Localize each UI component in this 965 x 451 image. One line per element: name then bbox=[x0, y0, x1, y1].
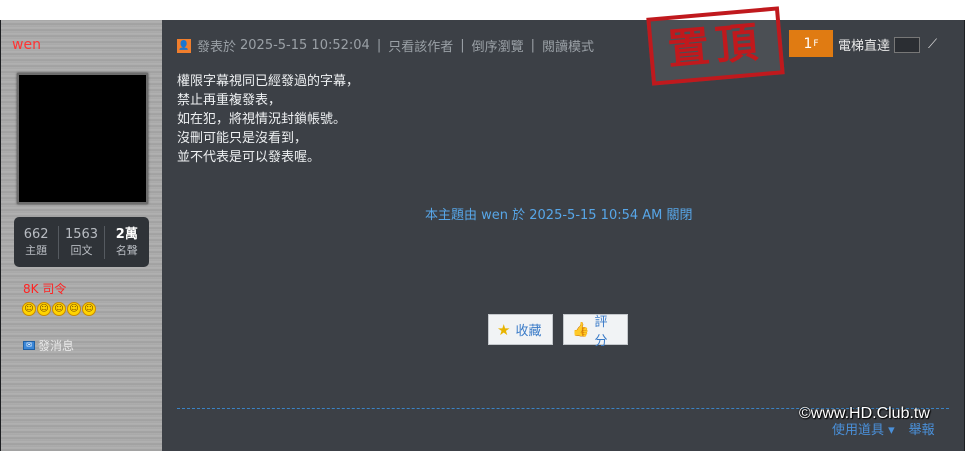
smiley-icon: ☺ bbox=[82, 302, 96, 316]
read-mode-link[interactable]: 閱讀模式 bbox=[542, 36, 594, 55]
post-line: 沒刪可能只是沒看到， bbox=[177, 131, 308, 146]
stat-reputation[interactable]: 2萬 名聲 bbox=[103, 225, 149, 259]
elevator-label: 電梯直達 bbox=[838, 39, 891, 54]
author-stats: 662 主題 1563 回文 2萬 名聲 bbox=[14, 217, 149, 267]
floor-suffix: F bbox=[813, 38, 819, 49]
post-line: 並不代表是可以發表喔。 bbox=[177, 150, 321, 165]
closed-notice: 本主題由 wen 於 2025-5-15 10:54 AM 關閉 bbox=[425, 208, 693, 223]
favorite-label: 收藏 bbox=[515, 324, 542, 339]
stat-value: 1563 bbox=[64, 226, 99, 242]
post-content: 權限字幕視同已經發過的字幕， 禁止再重複發表， 如在犯，將視情況封鎖帳號。 沒刪… bbox=[177, 72, 359, 167]
smiley-icon: ☺ bbox=[52, 302, 66, 316]
separator: | bbox=[376, 38, 382, 53]
smiley-icon: ☺ bbox=[67, 302, 81, 316]
post-line: 權限字幕視同已經發過的字幕， bbox=[177, 74, 360, 89]
post-meta: 👤 發表於 2025-5-15 10:52:04 | 只看該作者 | 倒序瀏覽 … bbox=[177, 36, 594, 55]
rank-stars: ☺ ☺ ☺ ☺ ☺ bbox=[22, 302, 96, 316]
send-message-link[interactable]: ✉ 發消息 bbox=[23, 337, 74, 354]
envelope-icon: ✉ bbox=[23, 341, 35, 350]
elevator-input[interactable] bbox=[894, 36, 921, 53]
floor-num: 1 bbox=[803, 35, 813, 52]
posted-time: 2025-5-15 10:52:04 bbox=[240, 38, 370, 53]
posted-prefix: 發表於 bbox=[197, 40, 237, 55]
separator: | bbox=[530, 38, 536, 53]
post-line: 如在犯，將視情況封鎖帳號。 bbox=[177, 112, 347, 127]
stamp-text: 置頂 bbox=[665, 16, 766, 75]
floor-number[interactable]: 1F bbox=[789, 30, 833, 57]
smiley-icon: ☺ bbox=[37, 302, 51, 316]
rate-button[interactable]: 👍 評分 bbox=[563, 314, 628, 349]
reverse-order-link[interactable]: 倒序瀏覽 bbox=[472, 36, 524, 55]
thumbs-up-icon: 👍 bbox=[572, 321, 590, 338]
stat-replies[interactable]: 1563 回文 bbox=[58, 225, 103, 259]
elevator-go-icon[interactable]: ⟋ bbox=[928, 37, 937, 52]
watermark: ©www.HD.Club.tw bbox=[799, 405, 930, 422]
top-strip bbox=[0, 0, 965, 20]
author-username[interactable]: wen bbox=[12, 37, 41, 53]
author-only-link[interactable]: 只看該作者 bbox=[388, 36, 453, 55]
separator: | bbox=[460, 38, 465, 53]
author-rank: 8K 司令 bbox=[23, 282, 67, 296]
send-message-label: 發消息 bbox=[38, 339, 75, 353]
author-icon: 👤 bbox=[177, 38, 191, 53]
stat-label: 回文 bbox=[70, 243, 93, 257]
stat-label: 主題 bbox=[25, 243, 48, 257]
pinned-stamp: 置頂 bbox=[646, 6, 785, 86]
stat-label: 名聲 bbox=[115, 243, 138, 257]
rate-label: 評分 bbox=[594, 314, 608, 349]
smiley-icon: ☺ bbox=[22, 302, 36, 316]
elevator-jump: 電梯直達 ⟋ bbox=[838, 35, 937, 54]
post-line: 禁止再重複發表， bbox=[177, 93, 282, 108]
stat-value: 2萬 bbox=[115, 226, 138, 242]
stat-value: 662 bbox=[23, 226, 49, 242]
stat-topics[interactable]: 662 主題 bbox=[14, 226, 58, 259]
avatar[interactable] bbox=[17, 73, 148, 204]
star-icon: ★ bbox=[497, 320, 511, 339]
favorite-button[interactable]: ★ 收藏 bbox=[488, 314, 553, 345]
